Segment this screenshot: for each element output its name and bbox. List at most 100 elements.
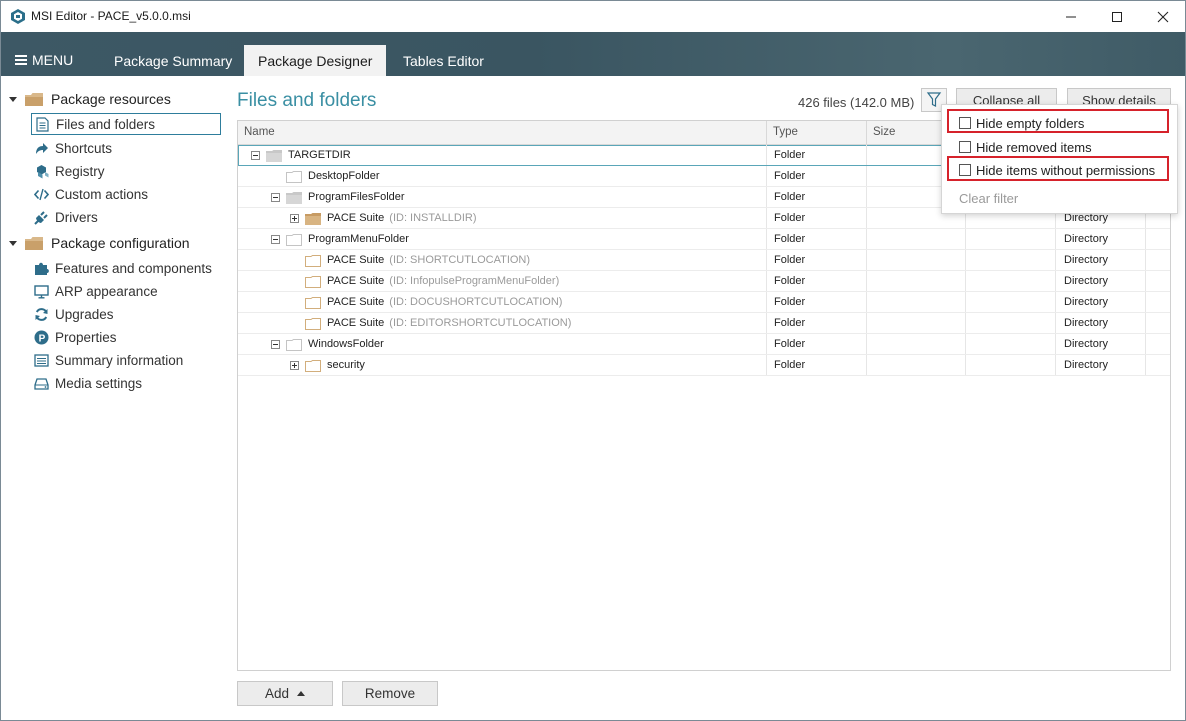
name-cell: PACE Suite (ID: INSTALLDIR) bbox=[290, 208, 476, 228]
column-divider bbox=[1145, 229, 1146, 249]
app-window: MSI Editor - PACE_v5.0.0.msi MENU Packag… bbox=[0, 0, 1186, 721]
folder-icon bbox=[286, 191, 302, 204]
folder-name: PACE Suite bbox=[327, 274, 385, 287]
sidebar-group-package-configuration[interactable]: Package configuration bbox=[9, 233, 190, 253]
folder-id: (ID: INSTALLDIR) bbox=[389, 211, 477, 224]
sidebar-item-files-and-folders[interactable]: Files and folders bbox=[31, 113, 221, 135]
column-divider bbox=[766, 208, 767, 228]
expand-icon[interactable] bbox=[290, 360, 299, 370]
tab-package-designer[interactable]: Package Designer bbox=[244, 45, 387, 76]
column-divider bbox=[1055, 334, 1056, 354]
column-divider bbox=[766, 355, 767, 375]
sidebar-item-shortcuts[interactable]: Shortcuts bbox=[31, 137, 221, 159]
column-divider bbox=[766, 187, 767, 207]
table-row[interactable]: PACE Suite (ID: SHORTCUTLOCATION) Folder Di… bbox=[238, 250, 1170, 271]
collapse-icon[interactable] bbox=[251, 150, 260, 160]
column-divider bbox=[766, 292, 767, 312]
folder-icon bbox=[286, 338, 302, 351]
list-icon bbox=[34, 353, 49, 368]
table-row[interactable]: security Folder Directory bbox=[238, 355, 1170, 376]
remove-button[interactable]: Remove bbox=[342, 681, 438, 706]
table-row[interactable]: PACE Suite (ID: DOCUSHORTCUTLOCATION) Fold… bbox=[238, 292, 1170, 313]
collapse-icon[interactable] bbox=[271, 339, 280, 349]
folder-name: PACE Suite bbox=[327, 253, 385, 266]
sidebar-item-label: Media settings bbox=[55, 375, 143, 391]
sidebar-item-label: Files and folders bbox=[56, 116, 156, 132]
close-button[interactable] bbox=[1140, 1, 1185, 32]
sidebar-item-features-and-components[interactable]: Features and components bbox=[31, 257, 221, 279]
sidebar-item-properties[interactable]: P Properties bbox=[31, 326, 221, 348]
sidebar-group-label: Package configuration bbox=[51, 235, 190, 251]
name-cell: PACE Suite (ID: DOCUSHORTCUTLOCATION) bbox=[290, 292, 562, 312]
collapse-icon[interactable] bbox=[271, 234, 280, 244]
menu-bar: MENU Package Summary Package Designer Ta… bbox=[1, 32, 1185, 76]
column-header-name[interactable]: Name bbox=[238, 121, 767, 144]
sidebar-item-label: Registry bbox=[55, 163, 105, 179]
sidebar-item-summary-information[interactable]: Summary information bbox=[31, 349, 221, 371]
column-divider bbox=[866, 355, 867, 375]
sidebar-item-arp-appearance[interactable]: ARP appearance bbox=[31, 280, 221, 302]
checkbox[interactable] bbox=[959, 141, 971, 153]
menu-button[interactable]: MENU bbox=[15, 52, 73, 68]
folder-icon bbox=[25, 92, 43, 106]
tab-tables-editor[interactable]: Tables Editor bbox=[389, 45, 498, 76]
maximize-button[interactable] bbox=[1094, 1, 1140, 32]
tab-package-summary[interactable]: Package Summary bbox=[100, 45, 246, 76]
column-divider bbox=[965, 334, 966, 354]
minimize-icon bbox=[1066, 16, 1076, 18]
folder-icon bbox=[305, 317, 321, 330]
sidebar-item-custom-actions[interactable]: Custom actions bbox=[31, 183, 221, 205]
page-title: Files and folders bbox=[237, 90, 377, 111]
folder-icon bbox=[305, 296, 321, 309]
code-icon bbox=[34, 187, 49, 202]
sidebar-item-label: Features and components bbox=[55, 260, 212, 276]
column-divider bbox=[1055, 355, 1056, 375]
table-row[interactable]: WindowsFolder Folder Directory bbox=[238, 334, 1170, 355]
folder-id: (ID: SHORTCUTLOCATION) bbox=[389, 253, 531, 266]
folder-icon bbox=[305, 254, 321, 267]
column-divider bbox=[965, 271, 966, 291]
add-label: Add bbox=[264, 686, 290, 701]
table-row[interactable]: PACE Suite (ID: InfopulseProgramMenuFolde… bbox=[238, 271, 1170, 292]
add-button[interactable]: Add bbox=[237, 681, 333, 706]
column-divider bbox=[1145, 355, 1146, 375]
sidebar-item-upgrades[interactable]: Upgrades bbox=[31, 303, 221, 325]
minimize-button[interactable] bbox=[1048, 1, 1094, 32]
sidebar-group-package-resources[interactable]: Package resources bbox=[9, 89, 171, 109]
hide-removed-items-option[interactable]: Hide removed items bbox=[959, 138, 1092, 156]
column-divider bbox=[866, 292, 867, 312]
column-divider bbox=[866, 208, 867, 228]
collapse-icon[interactable] bbox=[271, 192, 280, 202]
maximize-icon bbox=[1112, 12, 1122, 22]
hamburger-icon bbox=[15, 55, 27, 65]
kind-cell: Directory bbox=[1064, 359, 1109, 371]
column-divider bbox=[866, 229, 867, 249]
type-cell: Folder bbox=[774, 338, 806, 350]
column-divider bbox=[866, 313, 867, 333]
table-row[interactable]: ProgramMenuFolder Folder Directory bbox=[238, 229, 1170, 250]
sidebar-item-registry[interactable]: Registry bbox=[31, 160, 221, 182]
name-cell: TARGETDIR bbox=[251, 145, 351, 165]
name-cell: security bbox=[290, 355, 365, 375]
column-divider bbox=[1145, 271, 1146, 291]
caret-up-icon bbox=[297, 691, 306, 696]
type-cell: Folder bbox=[774, 149, 806, 161]
column-divider bbox=[866, 271, 867, 291]
column-divider bbox=[1055, 313, 1056, 333]
folder-icon bbox=[305, 212, 321, 225]
sidebar-item-label: Upgrades bbox=[55, 306, 114, 322]
clear-filter-option[interactable]: Clear filter bbox=[959, 191, 1018, 206]
column-header-type[interactable]: Type bbox=[767, 121, 867, 144]
name-cell: PACE Suite (ID: InfopulseProgramMenuFolde… bbox=[290, 271, 559, 291]
file-count: 426 files (142.0 MB) bbox=[798, 95, 915, 110]
drive-icon bbox=[34, 376, 49, 391]
sidebar-item-drivers[interactable]: Drivers bbox=[31, 206, 221, 228]
folder-name: PACE Suite bbox=[327, 295, 385, 308]
type-cell: Folder bbox=[774, 212, 806, 224]
kind-cell: Directory bbox=[1064, 254, 1109, 266]
sidebar-item-media-settings[interactable]: Media settings bbox=[31, 372, 221, 394]
column-divider bbox=[965, 313, 966, 333]
svg-text:P: P bbox=[39, 333, 46, 344]
expand-icon[interactable] bbox=[290, 213, 299, 223]
table-row[interactable]: PACE Suite (ID: EDITORSHORTCUTLOCATION) Fo… bbox=[238, 313, 1170, 334]
